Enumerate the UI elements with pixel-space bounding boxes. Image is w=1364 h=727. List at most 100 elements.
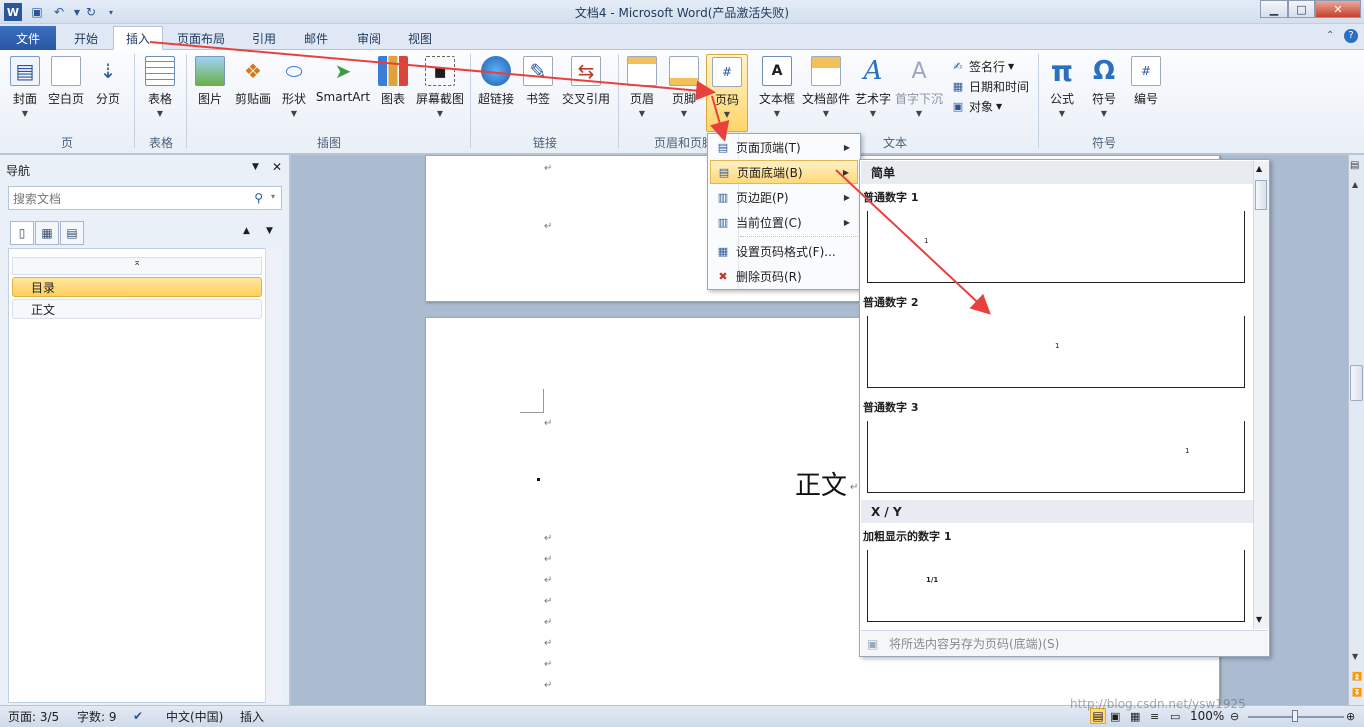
tab-insert[interactable]: 插入 (113, 26, 164, 50)
nav-pages-tab-icon[interactable]: ▦ (35, 221, 59, 245)
quick-parts-button[interactable]: 文档部件 ▼ (800, 54, 852, 134)
cover-page-button[interactable]: ▤ 封面 ▼ (6, 54, 44, 134)
gallery-scroll-thumb[interactable] (1255, 180, 1267, 210)
paragraph-mark: ↵ (544, 596, 553, 607)
cross-reference-button[interactable]: ⇆ 交叉引用 (560, 54, 612, 134)
wordart-button[interactable]: A 艺术字 ▼ (854, 54, 892, 134)
paragraph-mark: ↵ (544, 418, 553, 429)
nav-headings-tab-icon[interactable]: ▯ (10, 221, 34, 245)
status-page[interactable]: 页面: 3/5 (8, 708, 59, 724)
ruler-toggle-icon[interactable]: ▤ (1350, 160, 1359, 171)
smartart-icon: ➤ (334, 59, 352, 83)
shapes-button[interactable]: ⬭ 形状 ▼ (278, 54, 310, 134)
tab-home[interactable]: 开始 (62, 26, 110, 50)
picture-button[interactable]: 图片 (192, 54, 228, 134)
tab-mailings[interactable]: 邮件 (292, 26, 340, 50)
screenshot-button[interactable]: ▪ 屏幕截图 ▼ (414, 54, 466, 134)
status-words[interactable]: 字数: 9 (77, 708, 117, 724)
gallery-scroll-up-icon[interactable]: ▲ (1256, 164, 1262, 173)
menu-item-bottom-of-page[interactable]: ▤ 页面底端(B) ▶ (710, 160, 858, 184)
menu-item-top-of-page[interactable]: ▤ 页面顶端(T) ▶ (710, 135, 858, 159)
proofing-icon[interactable]: ✔ (133, 708, 143, 724)
nav-scrollbar[interactable] (265, 248, 282, 703)
menu-item-page-margins[interactable]: ▥ 页边距(P) ▶ (710, 185, 858, 209)
smartart-label: SmartArt (315, 90, 371, 104)
header-button[interactable]: 页眉 ▼ (624, 54, 660, 134)
symbol-button[interactable]: Ω 符号 ▼ (1086, 54, 1122, 134)
chart-button[interactable]: 图表 (376, 54, 410, 134)
date-time-button[interactable]: ▦ 日期和时间 (950, 76, 1029, 96)
footer-button[interactable]: 页脚 ▼ (666, 54, 702, 134)
nav-item-toc[interactable]: 目录 (12, 277, 262, 297)
document-scrollbar[interactable] (1348, 155, 1364, 705)
header-icon (627, 56, 657, 86)
search-input[interactable]: 搜索文档 ⚲ ▾ (8, 186, 282, 210)
object-button[interactable]: ▣ 对象 ▼ (950, 96, 1029, 116)
search-dropdown-icon[interactable]: ▾ (271, 192, 275, 201)
submenu-arrow-icon: ▶ (842, 167, 849, 177)
nav-item-body[interactable]: 正文 (12, 299, 262, 319)
nav-results-tab-icon[interactable]: ▤ (60, 221, 84, 245)
table-button[interactable]: 表格 ▼ (140, 54, 180, 134)
tab-file[interactable]: 文件 (0, 26, 56, 50)
hyperlink-button[interactable]: 超链接 (476, 54, 516, 134)
tab-references[interactable]: 引用 (240, 26, 288, 50)
nav-prev-icon[interactable]: ▲ (243, 226, 250, 236)
equation-button[interactable]: π 公式 ▼ (1044, 54, 1080, 134)
gallery-item-title: 普通数字 1 (863, 191, 919, 204)
menu-item-current-position[interactable]: ▥ 当前位置(C) ▶ (710, 210, 858, 234)
scroll-up-icon[interactable]: ▲ (1352, 180, 1358, 189)
gallery-scrollbar[interactable]: ▲ ▼ (1253, 161, 1269, 629)
save-selection-to-gallery[interactable]: ▣ 将所选内容另存为页码(底端)(S) (861, 630, 1268, 656)
gallery-scroll-down-icon[interactable]: ▼ (1256, 615, 1262, 624)
gallery-item-bold-number-1[interactable]: 1/1 (867, 550, 1245, 622)
tab-page-layout[interactable]: 页面布局 (165, 26, 237, 50)
bookmark-button[interactable]: ✎ 书签 (522, 54, 554, 134)
gallery-item-plain-number-1[interactable]: 1 (867, 211, 1245, 283)
textbox-button[interactable]: A 文本框 ▼ (756, 54, 798, 134)
paragraph-mark: ↵ (544, 659, 553, 670)
status-language[interactable]: 中文(中国) (166, 708, 223, 724)
zoom-in-icon[interactable]: ⊕ (1346, 708, 1355, 724)
scroll-thumb[interactable] (1350, 365, 1363, 401)
next-page-icon[interactable]: ⏬ (1352, 688, 1362, 697)
smartart-button[interactable]: ➤ SmartArt (314, 54, 372, 134)
signature-line-button[interactable]: ✍ 签名行 ▼ (950, 56, 1029, 76)
minimize-button[interactable]: ▁ (1260, 0, 1288, 18)
nav-next-icon[interactable]: ▼ (266, 226, 273, 236)
tab-view[interactable]: 视图 (396, 26, 444, 50)
clipart-button[interactable]: ❖ 剪贴画 (232, 54, 274, 134)
menu-item-remove-page-numbers[interactable]: ✖ 删除页码(R) (710, 264, 858, 288)
page-number-button[interactable]: # 页码 ▼ (706, 54, 748, 132)
group-table-label: 表格 (148, 136, 173, 150)
search-icon[interactable]: ⚲ (254, 191, 263, 205)
status-mode[interactable]: 插入 (240, 708, 264, 724)
scroll-down-icon[interactable]: ▼ (1352, 652, 1358, 661)
submenu-arrow-icon: ▶ (843, 192, 850, 202)
nav-collapse-icon[interactable]: ⌅ (12, 257, 262, 275)
menu-item-format-page-numbers[interactable]: ▦ 设置页码格式(F)... (710, 239, 858, 263)
screenshot-icon: ▪ (425, 56, 455, 86)
menu-item-label: 页边距(P) (736, 190, 789, 205)
heading-text[interactable]: 正文 (795, 465, 847, 502)
nav-options-icon[interactable]: ▼ (252, 162, 259, 172)
gallery-item-plain-number-2[interactable]: 1 (867, 316, 1245, 388)
help-icon[interactable]: ? (1344, 29, 1358, 43)
tab-review[interactable]: 审阅 (345, 26, 393, 50)
cover-page-label: 封面 (12, 92, 37, 106)
paragraph-mark: ↵ (850, 482, 859, 493)
menu-item-label: 页面底端(B) (737, 165, 803, 180)
page-break-button[interactable]: ⇣ 分页 (90, 54, 126, 134)
drop-cap-button[interactable]: A 首字下沉 ▼ (894, 54, 944, 134)
blank-page-button[interactable]: 空白页 (46, 54, 86, 134)
textbox-icon: A (762, 56, 792, 86)
nav-close-icon[interactable]: ✕ (272, 160, 282, 174)
close-button[interactable]: ✕ (1315, 0, 1361, 18)
numbering-button[interactable]: # 编号 (1128, 54, 1164, 134)
prev-page-icon[interactable]: ⏫ (1352, 672, 1362, 681)
zoom-slider-thumb[interactable] (1292, 710, 1298, 722)
collapse-ribbon-icon[interactable]: ⌃ (1326, 30, 1334, 41)
gallery-item-plain-number-3[interactable]: 1 (867, 421, 1245, 493)
blank-page-icon (51, 56, 81, 86)
maximize-button[interactable]: □ (1288, 0, 1315, 18)
